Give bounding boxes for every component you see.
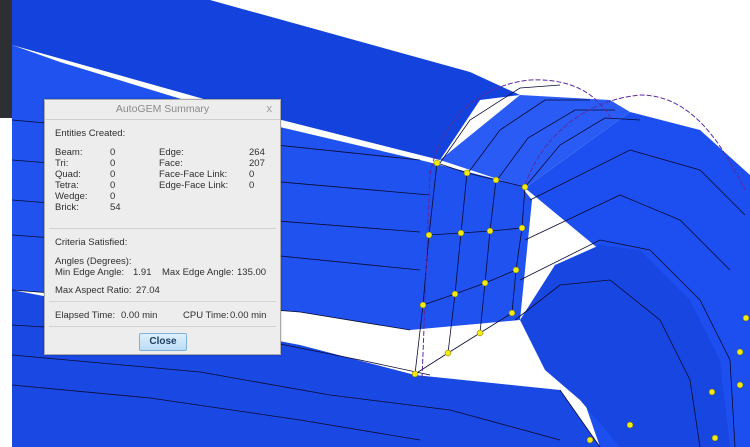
max-aspect-ratio-value: 27.04 [136,285,160,296]
separator [49,228,276,229]
close-button[interactable]: Close [139,333,187,351]
quad-label: Quad: [55,169,81,180]
face-face-link-value: 0 [249,169,255,180]
max-aspect-ratio-label: Max Aspect Ratio: [55,285,132,296]
max-edge-angle-label: Max Edge Angle: [162,267,234,278]
separator [49,326,276,327]
elapsed-time-value: 0.00 min [121,310,158,321]
elapsed-time-label: Elapsed Time: [55,310,116,321]
tri-value: 0 [110,158,116,169]
tetra-value: 0 [110,180,116,191]
close-icon[interactable]: x [267,100,273,119]
criteria-heading: Criteria Satisfied: [55,237,128,248]
angles-heading: Angles (Degrees): [55,256,132,267]
wedge-value: 0 [110,191,116,202]
tri-label: Tri: [55,158,69,169]
face-label: Face: [159,158,183,169]
wedge-label: Wedge: [55,191,88,202]
min-edge-angle-value: 1.91 [133,267,152,278]
entities-heading: Entities Created: [55,128,126,139]
face-value: 207 [249,158,265,169]
edge-label: Edge: [159,147,184,158]
face-face-link-label: Face-Face Link: [159,169,228,180]
brick-label: Brick: [55,202,79,213]
tetra-label: Tetra: [55,180,79,191]
separator [49,301,276,302]
cpu-time-value: 0.00 min [230,310,267,321]
max-edge-angle-value: 135.00 [237,267,267,278]
brick-value: 54 [110,202,121,213]
beam-value: 0 [110,147,116,158]
edge-value: 264 [249,147,265,158]
autogem-summary-dialog[interactable]: AutoGEM Summary x Entities Created: Beam… [44,99,281,355]
quad-value: 0 [110,169,116,180]
cpu-time-label: CPU Time: [183,310,229,321]
window-edge-strip [0,0,12,118]
edge-face-link-value: 0 [249,180,255,191]
edge-face-link-label: Edge-Face Link: [159,180,229,191]
min-edge-angle-label: Min Edge Angle: [55,267,125,278]
beam-label: Beam: [55,147,83,158]
dialog-title: AutoGEM Summary [45,100,280,120]
